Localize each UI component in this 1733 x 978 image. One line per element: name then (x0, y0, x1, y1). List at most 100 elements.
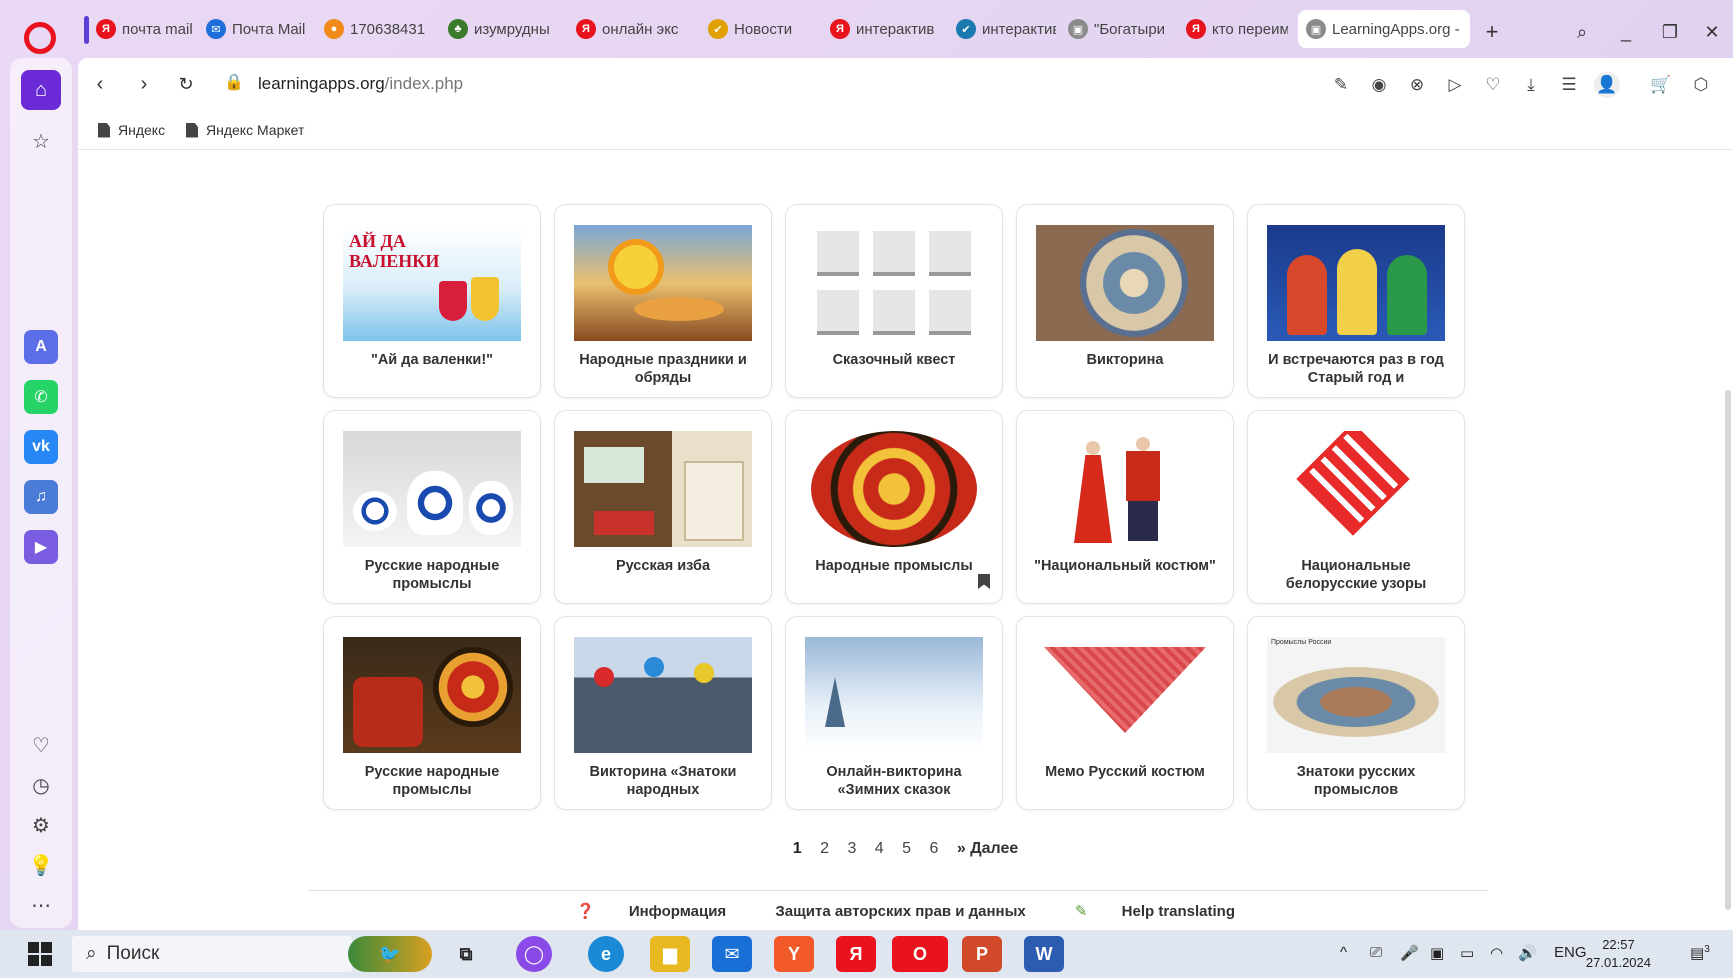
app-card-title[interactable]: "Национальный костюм" (1025, 557, 1225, 575)
app-card-title[interactable]: Русские народные промыслы (332, 557, 532, 593)
info-link[interactable]: ❓ Информация (561, 903, 741, 920)
tab-7[interactable]: ✔ интерактив (948, 10, 1056, 48)
app-card-title[interactable]: Онлайн-викторина «Зимних сказок (794, 763, 994, 799)
tab-10[interactable]: ▣ LearningApps.org - (1298, 10, 1470, 48)
app-thumbnail[interactable] (805, 225, 983, 341)
app-card[interactable]: Русская изба (554, 410, 772, 604)
bookmark-icon[interactable] (978, 574, 990, 589)
app-thumbnail[interactable]: АЙ ДА ВАЛЕНКИ (343, 225, 521, 341)
app-card-title[interactable]: Викторина (1025, 351, 1225, 369)
star-icon[interactable]: ☆ (26, 126, 56, 156)
translate-link[interactable]: ✎ Help translating (1060, 903, 1250, 920)
easy-setup-icon[interactable]: ☰ (1556, 72, 1582, 98)
task-view-icon[interactable]: ⧉ (446, 936, 486, 972)
history-icon[interactable]: ◷ (26, 770, 56, 800)
app-thumbnail[interactable] (574, 431, 752, 547)
app-card-title[interactable]: "Ай да валенки!" (332, 351, 532, 369)
player-icon[interactable]: ▶ (24, 530, 58, 564)
profile-icon[interactable]: 👤 (1594, 72, 1620, 98)
aria-icon[interactable]: A (24, 330, 58, 364)
cart-icon[interactable]: 🛒 (1648, 72, 1674, 98)
heart-icon[interactable]: ♡ (26, 730, 56, 760)
url-field[interactable]: learningapps.org/index.php (258, 74, 463, 94)
tab-3[interactable]: ♣ изумрудны (440, 10, 556, 48)
app-card[interactable]: Сказочный квест (785, 204, 1003, 398)
app-card[interactable]: Онлайн-викторина «Зимних сказок (785, 616, 1003, 810)
tab-6[interactable]: Яинтерактив (822, 10, 946, 48)
home-icon[interactable]: ⌂ (21, 70, 61, 110)
camera-icon[interactable]: ◉ (1366, 72, 1392, 98)
powerpoint-icon[interactable]: P (962, 936, 1002, 972)
opera-logo-icon[interactable] (24, 22, 56, 54)
tray-chevron-icon[interactable]: ^ (1340, 944, 1347, 961)
close-icon[interactable]: ✕ (1698, 20, 1726, 44)
app-thumbnail[interactable] (1036, 637, 1214, 753)
app-card[interactable]: Викторина (1016, 204, 1234, 398)
app-card-title[interactable]: Знатоки русских промыслов (1256, 763, 1456, 799)
app-thumbnail[interactable] (1267, 431, 1445, 547)
heart-icon[interactable]: ♡ (1480, 72, 1506, 98)
whatsapp-icon[interactable]: ✆ (24, 380, 58, 414)
settings-icon[interactable]: ⚙ (26, 810, 56, 840)
taskbar-search[interactable]: ⌕ Поиск (72, 936, 352, 972)
app-card[interactable]: И встречаются раз в год Старый год и (1247, 204, 1465, 398)
play-icon[interactable]: ▷ (1442, 72, 1468, 98)
clock[interactable]: 22:57 27.01.2024 (1586, 936, 1651, 972)
display-icon[interactable]: ▣ (1430, 944, 1444, 962)
opera-taskbar-icon[interactable]: O (892, 936, 948, 972)
app-card[interactable]: Промыслы России Знатоки русских промыслов (1247, 616, 1465, 810)
scrollbar-thumb[interactable] (1725, 390, 1731, 910)
app-card[interactable]: Викторина «Знатоки народных (554, 616, 772, 810)
mail-icon[interactable]: ✉ (712, 936, 752, 972)
word-icon[interactable]: W (1024, 936, 1064, 972)
app-thumbnail[interactable] (343, 637, 521, 753)
app-card-title[interactable]: Мемо Русский костюм (1025, 763, 1225, 781)
app-card-title[interactable]: Викторина «Знатоки народных (563, 763, 763, 799)
app-card-title[interactable]: Народные промыслы (794, 557, 994, 575)
reload-icon[interactable]: ↻ (172, 70, 200, 98)
tab-5[interactable]: ✔ Новости (700, 10, 808, 48)
app-card-title[interactable]: И встречаются раз в год Старый год и (1256, 351, 1456, 387)
new-tab-icon[interactable]: + (1478, 19, 1506, 44)
tab-1[interactable]: ✉ Почта Mail (198, 10, 306, 48)
app-thumbnail[interactable] (343, 431, 521, 547)
extensions-icon[interactable]: ⬡ (1688, 72, 1714, 98)
app-card[interactable]: Русские народные промыслы (323, 616, 541, 810)
explorer-icon[interactable]: ▆ (650, 936, 690, 972)
alice-icon[interactable]: ◯ (516, 936, 552, 972)
app-card-title[interactable]: Сказочный квест (794, 351, 994, 369)
app-card-title[interactable]: Национальные белорусские узоры (1256, 557, 1456, 593)
app-card[interactable]: Русские народные промыслы (323, 410, 541, 604)
lightbulb-icon[interactable]: 💡 (26, 850, 56, 880)
download-icon[interactable]: ⤓ (1518, 72, 1544, 98)
volume-icon[interactable]: 🔊 (1518, 944, 1537, 962)
app-thumbnail[interactable] (1036, 431, 1214, 547)
app-thumbnail[interactable] (805, 431, 983, 547)
microphone-icon[interactable]: 🎤 (1400, 944, 1419, 962)
page-3-link[interactable]: 3 (847, 840, 856, 857)
app-card-title[interactable]: Народные праздники и обряды (563, 351, 763, 387)
tab-8[interactable]: ▣ "Богатыри (1060, 10, 1170, 48)
rights-link[interactable]: Защита авторских прав и данных (775, 903, 1025, 920)
back-icon[interactable]: ‹ (86, 70, 114, 98)
tab-2[interactable]: ● 170638431 (316, 10, 428, 48)
app-thumbnail[interactable] (1036, 225, 1214, 341)
app-card[interactable]: Народные промыслы (785, 410, 1003, 604)
page-5-link[interactable]: 5 (902, 840, 911, 857)
app-card[interactable]: Национальные белорусские узоры (1247, 410, 1465, 604)
app-card-title[interactable]: Русские народные промыслы (332, 763, 532, 799)
adblock-icon[interactable]: ⊗ (1404, 72, 1430, 98)
scrollbar[interactable] (1721, 150, 1733, 930)
restore-icon[interactable]: ❐ (1656, 20, 1684, 44)
app-thumbnail[interactable] (1267, 225, 1445, 341)
next-page-link[interactable]: » Далее (957, 840, 1018, 857)
app-thumbnail[interactable] (574, 225, 752, 341)
app-card-title[interactable]: Русская изба (563, 557, 763, 575)
page-1-link[interactable]: 1 (793, 840, 802, 857)
battery-icon[interactable]: ▭ (1460, 944, 1474, 962)
notifications-icon[interactable]: ▤3 (1690, 944, 1710, 962)
bookmark-yandex-market[interactable]: Яндекс Маркет (186, 122, 304, 138)
app-card[interactable]: Мемо Русский костюм (1016, 616, 1234, 810)
music-player-icon[interactable]: ♫ (24, 480, 58, 514)
search-tabs-icon[interactable]: ⌕ (1568, 20, 1596, 44)
